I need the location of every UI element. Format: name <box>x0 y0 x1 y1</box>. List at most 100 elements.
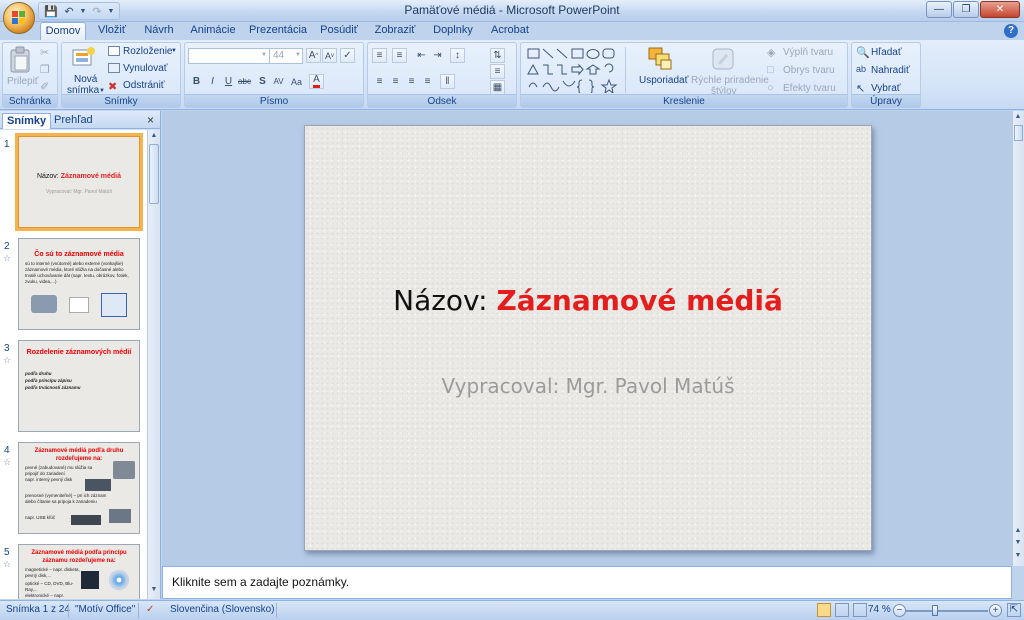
delete-button[interactable]: Odstrániť <box>123 80 165 91</box>
new-slide-label[interactable]: Nová <box>74 74 97 85</box>
tab-acrobat[interactable]: Acrobat <box>488 22 532 40</box>
previous-slide-icon[interactable]: ▲ <box>1013 527 1023 538</box>
slide-sorter-view-icon[interactable] <box>835 603 849 617</box>
shapes-gallery-scroll[interactable] <box>625 47 634 93</box>
zoom-in-icon[interactable]: + <box>989 604 1002 617</box>
line-spacing-icon[interactable]: ↕ <box>450 48 465 63</box>
zoom-level[interactable]: 74 % <box>868 604 891 615</box>
notes-placeholder[interactable]: Kliknite sem a zadajte poznámky. <box>172 575 349 589</box>
maximize-button[interactable]: ❐ <box>953 1 979 18</box>
find-icon[interactable]: 🔍 <box>856 46 870 60</box>
paste-icon[interactable] <box>9 46 31 74</box>
decrease-indent-icon[interactable]: ⇤ <box>414 48 429 63</box>
scroll-up-icon[interactable]: ▲ <box>149 132 159 143</box>
font-color-icon[interactable]: A <box>309 74 324 89</box>
select-button[interactable]: Vybrať <box>871 83 901 94</box>
align-text-icon[interactable]: ≡ <box>490 64 505 79</box>
tab-navrh[interactable]: Návrh <box>138 22 180 40</box>
shape-outline-button[interactable]: Obrys tvaru <box>783 65 835 76</box>
scroll-down-icon[interactable]: ▼ <box>1013 552 1023 563</box>
replace-button[interactable]: Nahradiť <box>871 65 910 76</box>
slideshow-view-icon[interactable] <box>853 603 867 617</box>
font-name-box[interactable] <box>188 48 270 64</box>
minimize-button[interactable]: — <box>926 1 952 18</box>
tab-posudit[interactable]: Posúdiť <box>316 22 362 40</box>
language-indicator[interactable]: Slovenčina (Slovensko) <box>170 604 275 615</box>
zoom-out-icon[interactable]: − <box>893 604 906 617</box>
arrange-button[interactable]: Usporiadať <box>639 75 688 86</box>
scroll-down-icon[interactable]: ▼ <box>149 586 159 597</box>
close-button[interactable]: ✕ <box>980 1 1020 18</box>
arrange-icon[interactable] <box>647 46 675 72</box>
reset-icon[interactable] <box>108 63 120 73</box>
change-case-icon[interactable]: Aa <box>289 74 304 89</box>
bold-icon[interactable]: B <box>189 74 204 89</box>
format-painter-icon[interactable]: ✐ <box>40 80 54 94</box>
quick-styles-button[interactable]: Rýchle priradenie <box>691 75 769 86</box>
slide-title[interactable]: Názov: Záznamové médiá <box>305 284 871 317</box>
shadow-icon[interactable]: S <box>255 74 270 89</box>
scroll-up-icon[interactable]: ▲ <box>1013 113 1023 124</box>
slide-thumbnail-2[interactable]: Čo sú to záznamové média sú to interné (… <box>18 238 140 330</box>
notes-pane[interactable]: Kliknite sem a zadajte poznámky. <box>162 566 1012 599</box>
shape-fill-icon[interactable]: ◈ <box>767 46 781 60</box>
replace-icon[interactable]: ab <box>856 64 870 78</box>
cut-icon[interactable]: ✂ <box>40 46 54 60</box>
normal-view-icon[interactable] <box>817 603 831 617</box>
slide-subtitle[interactable]: Vypracoval: Mgr. Pavol Matúš <box>305 374 871 398</box>
align-center-icon[interactable]: ≡ <box>388 74 403 89</box>
quick-styles-icon[interactable] <box>709 46 737 72</box>
new-slide-icon[interactable] <box>72 46 96 68</box>
tab-doplnky[interactable]: Doplnky <box>430 22 476 40</box>
smartart-icon[interactable]: ▦ <box>490 80 505 95</box>
shape-fill-button[interactable]: Výplň tvaru <box>783 47 833 58</box>
zoom-slider-knob[interactable] <box>932 605 938 616</box>
bullets-icon[interactable]: ≡ <box>372 48 387 63</box>
tab-snimky[interactable]: Snímky <box>2 113 52 129</box>
delete-icon[interactable]: ✖ <box>108 80 122 94</box>
thumbnails-scrollbar[interactable]: ▲ ▼ <box>147 130 160 599</box>
character-spacing-icon[interactable]: AV <box>271 74 286 89</box>
shapes-gallery-icon[interactable] <box>527 47 623 93</box>
italic-icon[interactable]: I <box>205 74 220 89</box>
numbering-icon[interactable]: ≡ <box>392 48 407 63</box>
layout-button[interactable]: Rozloženie <box>123 46 172 57</box>
font-name-dropdown-icon[interactable]: ▼ <box>261 52 267 58</box>
font-size-dropdown-icon[interactable]: ▼ <box>295 52 301 58</box>
spelling-check-icon[interactable]: ✓ <box>146 604 154 615</box>
tab-prezentacia[interactable]: Prezentácia <box>248 22 308 40</box>
zoom-slider[interactable] <box>906 610 988 612</box>
slide-thumbnail-1[interactable]: Názov: Záznamové médiá Vypracoval: Mgr. … <box>15 133 143 231</box>
current-slide[interactable]: Názov: Záznamové médiá Vypracoval: Mgr. … <box>304 125 872 551</box>
find-button[interactable]: Hľadať <box>871 47 902 58</box>
slide-thumbnail-3[interactable]: Rozdelenie záznamových médií podľa druhu… <box>18 340 140 432</box>
slide-thumbnail-5[interactable]: Záznamové médiá podľa princípu záznamu r… <box>18 544 140 599</box>
underline-icon[interactable]: U <box>221 74 236 89</box>
tab-vlozit[interactable]: Vložiť <box>92 22 132 40</box>
fit-to-window-icon[interactable]: ⇱ <box>1007 603 1021 617</box>
shape-effects-button[interactable]: Efekty tvaru <box>783 83 836 94</box>
justify-icon[interactable]: ≡ <box>420 74 435 89</box>
clear-formatting-icon[interactable]: ✓ <box>340 48 355 63</box>
paste-button-label[interactable]: Prilepiť <box>7 76 39 87</box>
increase-indent-icon[interactable]: ⇥ <box>430 48 445 63</box>
slide-thumbnail-4[interactable]: Záznamové médiá podľa druhu rozdeľujeme … <box>18 442 140 534</box>
slide-scrollbar[interactable]: ▲ ▲ ▼ ▼ <box>1012 111 1024 566</box>
scrollbar-thumb[interactable] <box>1014 125 1023 141</box>
columns-icon[interactable]: ‖ <box>440 74 455 89</box>
grow-font-icon[interactable]: A ^ <box>306 48 321 63</box>
scrollbar-thumb[interactable] <box>149 144 159 204</box>
text-direction-icon[interactable]: ⇅ <box>490 48 505 63</box>
next-slide-icon[interactable]: ▼ <box>1013 539 1023 550</box>
align-right-icon[interactable]: ≡ <box>404 74 419 89</box>
slide-thumbnails[interactable]: 1 Názov: Záznamové médiá Vypracoval: Mgr… <box>0 130 147 599</box>
layout-icon[interactable] <box>108 46 120 56</box>
tab-domov[interactable]: Domov <box>40 22 86 41</box>
tab-animacie[interactable]: Animácie <box>186 22 240 40</box>
help-icon[interactable]: ? <box>1004 24 1018 38</box>
copy-icon[interactable]: ❐ <box>40 63 54 77</box>
align-left-icon[interactable]: ≡ <box>372 74 387 89</box>
shrink-font-icon[interactable]: Av <box>322 48 337 63</box>
tab-prehlad[interactable]: Prehľad <box>50 113 97 129</box>
tab-zobrazit[interactable]: Zobraziť <box>370 22 420 40</box>
